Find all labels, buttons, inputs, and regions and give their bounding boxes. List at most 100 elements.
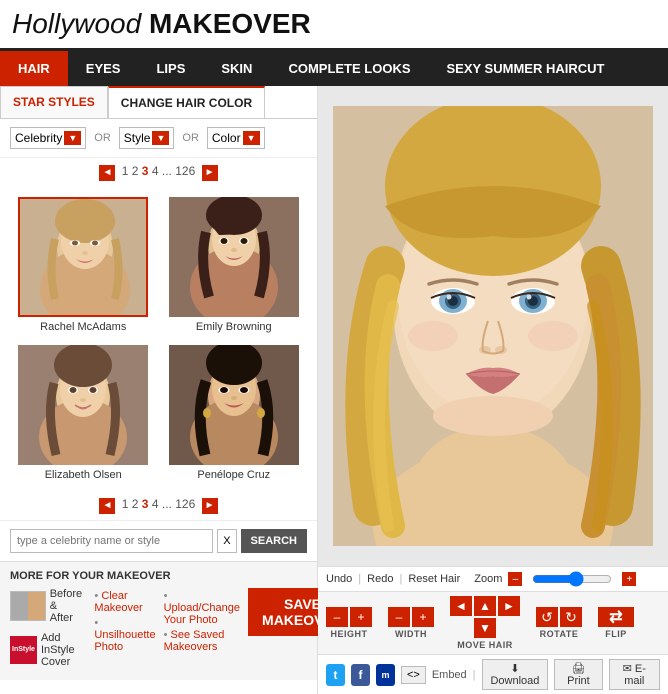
- move-hair-buttons: ◄ ▲ ► ▼: [450, 596, 520, 638]
- tools-bar: Undo | Redo | Reset Hair Zoom – +: [318, 566, 668, 591]
- celebrity-dropdown[interactable]: Celebrity ▼: [10, 127, 86, 149]
- panel-tabs: STAR STYLES CHANGE HAIR COLOR: [0, 86, 317, 119]
- more-section: MORE FOR YOUR MAKEOVER Before& After InS…: [0, 561, 317, 680]
- zoom-slider[interactable]: [532, 571, 612, 587]
- social-bar: t f m <> Embed | ⬇ Download 🖨 Print ✉ E-…: [318, 654, 668, 694]
- flip-btn[interactable]: ⇄: [598, 607, 634, 627]
- style-dropdown[interactable]: Style ▼: [119, 127, 175, 149]
- celebrity-name-rachel: Rachel McAdams: [12, 321, 155, 333]
- left-panel: STAR STYLES CHANGE HAIR COLOR Celebrity …: [0, 86, 318, 694]
- instyle-icon: InStyle: [10, 636, 37, 664]
- next-btn-bottom[interactable]: ►: [202, 498, 218, 514]
- main-content: STAR STYLES CHANGE HAIR COLOR Celebrity …: [0, 86, 668, 694]
- style-dropdown-btn[interactable]: Style ▼: [119, 127, 175, 149]
- clear-makeover-link[interactable]: Clear Makeover: [94, 590, 155, 614]
- prev-btn-top[interactable]: ◄: [99, 165, 115, 181]
- gallery-item-elizabeth[interactable]: Elizabeth Olsen: [8, 339, 159, 487]
- height-plus-btn[interactable]: +: [350, 607, 372, 627]
- main-nav: HAIR EYES LIPS SKIN COMPLETE LOOKS SEXY …: [0, 51, 668, 86]
- links-column: Clear Makeover Unsilhouette Photo: [94, 590, 155, 653]
- print-btn[interactable]: 🖨 Print: [554, 659, 602, 690]
- pg-b4[interactable]: 4: [152, 497, 159, 511]
- or-text-2: OR: [182, 132, 199, 144]
- next-btn-top[interactable]: ►: [202, 165, 218, 181]
- search-input[interactable]: [10, 529, 213, 553]
- gallery-item-penelope[interactable]: Penélope Cruz: [159, 339, 310, 487]
- celebrity-name-penelope: Penélope Cruz: [163, 469, 306, 481]
- app-title: Hollywood MAKEOVER: [12, 8, 311, 39]
- move-left-btn[interactable]: ◄: [450, 596, 472, 616]
- move-up-btn[interactable]: ▲: [474, 596, 496, 616]
- pg-126[interactable]: 126: [175, 164, 195, 178]
- twitter-icon[interactable]: t: [326, 664, 345, 686]
- celebrity-image-rachel[interactable]: [18, 197, 148, 317]
- move-hair-label: MOVE HAIR: [457, 640, 513, 650]
- height-buttons: – +: [326, 607, 372, 627]
- code-embed-btn[interactable]: <>: [401, 666, 426, 684]
- upload-photo-link[interactable]: Upload/Change Your Photo: [164, 590, 240, 626]
- nav-item-eyes[interactable]: EYES: [68, 51, 139, 86]
- celebrity-gallery: Rachel McAdams: [0, 187, 317, 491]
- width-minus-btn[interactable]: –: [388, 607, 410, 627]
- zoom-plus-btn[interactable]: +: [622, 572, 636, 586]
- reset-hair-link[interactable]: Reset Hair: [408, 573, 460, 585]
- move-down-btn[interactable]: ▼: [474, 618, 496, 638]
- move-hair-control: ◄ ▲ ► ▼ MOVE HAIR: [450, 596, 520, 650]
- rotate-buttons: ↺ ↻: [536, 607, 582, 627]
- zoom-label: Zoom: [474, 573, 502, 585]
- zoom-minus-btn[interactable]: –: [508, 572, 522, 586]
- facebook-icon[interactable]: f: [351, 664, 370, 686]
- celebrity-image-emily[interactable]: [169, 197, 299, 317]
- myspace-icon[interactable]: m: [376, 664, 395, 686]
- pg-dots: ...: [162, 164, 172, 178]
- before-after-button[interactable]: Before& After: [10, 588, 82, 624]
- pg-3[interactable]: 3: [142, 164, 149, 178]
- redo-link[interactable]: Redo: [367, 573, 393, 585]
- pg-b126[interactable]: 126: [175, 497, 195, 511]
- pg-1[interactable]: 1: [122, 164, 129, 178]
- prev-btn-bottom[interactable]: ◄: [99, 498, 115, 514]
- search-clear-button[interactable]: X: [217, 529, 236, 553]
- color-dropdown[interactable]: Color ▼: [207, 127, 265, 149]
- email-btn[interactable]: ✉ E-mail: [609, 659, 660, 690]
- color-dropdown-btn[interactable]: Color ▼: [207, 127, 265, 149]
- gallery-item-emily[interactable]: Emily Browning: [159, 191, 310, 339]
- width-plus-btn[interactable]: +: [412, 607, 434, 627]
- add-instyle-button[interactable]: InStyle Add InStyleCover: [10, 632, 82, 668]
- rotate-right-btn[interactable]: ↻: [560, 607, 582, 627]
- embed-label[interactable]: Embed: [432, 669, 467, 681]
- saved-makeovers-link[interactable]: See Saved Makeovers: [164, 629, 240, 653]
- pagination-top: ◄ 1 2 3 4 ... 126 ►: [0, 158, 317, 187]
- tab-change-hair-color[interactable]: CHANGE HAIR COLOR: [108, 86, 265, 118]
- search-button[interactable]: SEARCH: [241, 529, 307, 553]
- celebrity-dropdown-btn[interactable]: Celebrity ▼: [10, 127, 86, 149]
- tab-star-styles[interactable]: STAR STYLES: [0, 86, 108, 118]
- nav-item-lips[interactable]: LIPS: [138, 51, 203, 86]
- pg-b3[interactable]: 3: [142, 497, 149, 511]
- celebrity-image-penelope[interactable]: [169, 345, 299, 465]
- height-minus-btn[interactable]: –: [326, 607, 348, 627]
- undo-link[interactable]: Undo: [326, 573, 352, 585]
- pg-b2[interactable]: 2: [132, 497, 139, 511]
- celebrity-image-elizabeth[interactable]: [18, 345, 148, 465]
- pg-2[interactable]: 2: [132, 164, 139, 178]
- nav-item-complete-looks[interactable]: COMPLETE LOOKS: [270, 51, 428, 86]
- pg-4[interactable]: 4: [152, 164, 159, 178]
- rotate-left-btn[interactable]: ↺: [536, 607, 558, 627]
- nav-item-skin[interactable]: SKIN: [203, 51, 270, 86]
- download-btn[interactable]: ⬇ Download: [482, 659, 549, 690]
- width-buttons: – +: [388, 607, 434, 627]
- width-label: WIDTH: [395, 629, 427, 639]
- nav-item-hair[interactable]: HAIR: [0, 51, 68, 86]
- gallery-item-rachel[interactable]: Rachel McAdams: [8, 191, 159, 339]
- move-right-btn[interactable]: ►: [498, 596, 520, 616]
- flip-control: ⇄ FLIP: [598, 607, 634, 639]
- app-header: Hollywood MAKEOVER: [0, 0, 668, 51]
- nav-item-summer-haircut[interactable]: SEXY SUMMER HAIRCUT: [429, 51, 623, 86]
- unsilhouette-link[interactable]: Unsilhouette Photo: [94, 617, 155, 653]
- celebrity-name-elizabeth: Elizabeth Olsen: [12, 469, 155, 481]
- pg-b1[interactable]: 1: [122, 497, 129, 511]
- celebrity-dropdown-arrow: ▼: [64, 131, 81, 145]
- height-control: – + HEIGHT: [326, 607, 372, 639]
- height-label: HEIGHT: [330, 629, 367, 639]
